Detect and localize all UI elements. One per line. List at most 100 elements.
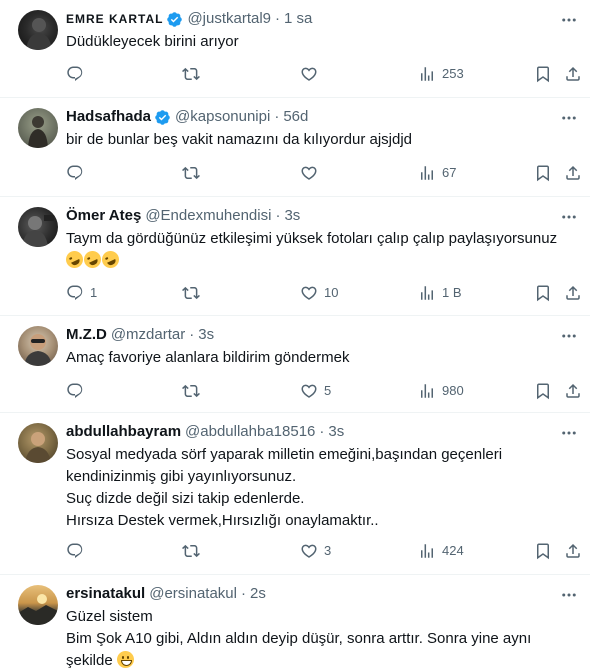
display-name[interactable]: ersinatakul	[66, 584, 145, 604]
share-button[interactable]	[564, 64, 582, 84]
display-name[interactable]: abdullahbayram	[66, 422, 181, 442]
share-button[interactable]	[564, 541, 582, 561]
views-button[interactable]: 980	[418, 381, 464, 401]
like-button[interactable]	[300, 163, 324, 183]
heart-icon	[301, 544, 317, 558]
display-name[interactable]: ΕΜRΕ ΚΑRΤΑL	[66, 9, 163, 29]
like-count: 3	[324, 543, 332, 558]
timestamp[interactable]: 2s	[250, 584, 266, 604]
avatar[interactable]	[18, 585, 58, 625]
like-button[interactable]: 10	[300, 283, 338, 303]
tweet-text: Taym da gördüğünüz etkileşimi yüksek fot…	[63, 228, 574, 272]
reply-icon	[67, 285, 83, 300]
more-options-icon[interactable]	[560, 586, 578, 604]
tweet-text: Amaç favoriye alanlara bildirim gönderme…	[66, 347, 574, 369]
tweet[interactable]: Ömer Ateş @Endexmuhendisi · 3s Taym da g…	[0, 197, 590, 316]
share-icon	[566, 285, 580, 300]
tweet[interactable]: abdullahbayram @abdullahba18516 · 3s Sos…	[0, 413, 590, 575]
tweet-text: Sosyal medyada sörf yaparak milletin eme…	[66, 444, 574, 532]
timestamp[interactable]: 1 sa	[284, 9, 312, 29]
timestamp[interactable]: 3s	[328, 422, 344, 442]
rolling-laughing-emoji-icon	[63, 248, 86, 271]
user-handle[interactable]: @abdullahba18516	[185, 422, 315, 442]
bookmark-button[interactable]	[534, 381, 552, 401]
more-options-icon[interactable]	[560, 424, 578, 442]
bookmark-icon	[537, 285, 549, 302]
retweet-icon	[182, 286, 200, 300]
views-chart-icon	[421, 384, 433, 398]
reply-button[interactable]: 1	[66, 283, 97, 303]
like-count: 5	[324, 383, 332, 398]
avatar[interactable]	[18, 108, 58, 148]
tweet[interactable]: ersinatakul @ersinatakul · 2s Güzel sist…	[0, 575, 590, 669]
tweet-text-line: Bim Şok A10 gibi, Aldın aldın deyip düşü…	[66, 630, 532, 647]
share-button[interactable]	[564, 283, 582, 303]
views-button[interactable]: 424	[418, 541, 464, 561]
timestamp[interactable]: 3s	[284, 206, 300, 226]
more-options-icon[interactable]	[560, 208, 578, 226]
more-options-icon[interactable]	[560, 109, 578, 127]
share-icon	[566, 383, 580, 398]
more-options-icon[interactable]	[560, 327, 578, 345]
like-button[interactable]	[300, 64, 324, 84]
views-button[interactable]: 67	[418, 163, 456, 183]
like-count: 10	[324, 285, 339, 300]
retweet-button[interactable]	[182, 283, 206, 303]
emoji-row	[63, 248, 574, 272]
like-button[interactable]: 5	[300, 381, 331, 401]
tweet-actions: 5 980	[66, 381, 580, 401]
reply-button[interactable]	[66, 381, 90, 401]
avatar[interactable]	[18, 326, 58, 366]
retweet-icon	[182, 166, 200, 180]
rolling-laughing-emoji-icon	[81, 248, 104, 271]
user-handle[interactable]: @Endexmuhendisi	[145, 206, 271, 226]
bookmark-button[interactable]	[534, 64, 552, 84]
bookmark-icon	[537, 383, 549, 400]
bookmark-button[interactable]	[534, 283, 552, 303]
reply-button[interactable]	[66, 541, 90, 561]
timestamp[interactable]: 56d	[283, 107, 308, 127]
views-chart-icon	[421, 544, 433, 558]
tweet-actions: 253	[66, 64, 580, 84]
views-chart-icon	[421, 286, 433, 300]
retweet-button[interactable]	[182, 541, 206, 561]
display-name[interactable]: Hadsafhada	[66, 107, 151, 127]
tweet[interactable]: M.Z.D @mzdartar · 3s Amaç favoriye alanl…	[0, 316, 590, 413]
tweet-actions: 67	[66, 163, 580, 183]
display-name[interactable]: M.Z.D	[66, 325, 107, 345]
bookmark-button[interactable]	[534, 541, 552, 561]
display-name[interactable]: Ömer Ateş	[66, 206, 141, 226]
share-button[interactable]	[564, 163, 582, 183]
bookmark-button[interactable]	[534, 163, 552, 183]
tweet-text-line: Güzel sistem	[66, 608, 153, 625]
retweet-button[interactable]	[182, 381, 206, 401]
retweet-icon	[182, 67, 200, 81]
avatar[interactable]	[18, 10, 58, 50]
tweet[interactable]: Hadsafhada @kapsonunipi · 56d bir de bun…	[0, 98, 590, 197]
user-handle[interactable]: @mzdartar	[111, 325, 185, 345]
more-options-icon[interactable]	[560, 11, 578, 29]
views-button[interactable]: 1 B	[418, 283, 462, 303]
separator-dot: ·	[274, 108, 280, 125]
reply-button[interactable]	[66, 163, 90, 183]
heart-icon	[301, 166, 317, 180]
timestamp[interactable]: 3s	[198, 325, 214, 345]
user-handle[interactable]: @ersinatakul	[149, 584, 237, 604]
share-button[interactable]	[564, 381, 582, 401]
user-handle[interactable]: @kapsonunipi	[175, 107, 270, 127]
avatar[interactable]	[18, 207, 58, 247]
tweet-text-line: Sosyal medyada sörf yaparak milletin eme…	[66, 446, 503, 463]
user-handle[interactable]: @justkartal9	[187, 9, 271, 29]
reply-button[interactable]	[66, 64, 90, 84]
grinning-emoji-icon	[116, 651, 134, 668]
view-count: 67	[442, 165, 457, 180]
like-button[interactable]: 3	[300, 541, 331, 561]
avatar[interactable]	[18, 423, 58, 463]
retweet-button[interactable]	[182, 163, 206, 183]
tweet[interactable]: ΕΜRΕ ΚΑRΤΑL @justkartal9 · 1 sa Düdükley…	[0, 0, 590, 98]
views-button[interactable]: 253	[418, 64, 464, 84]
retweet-button[interactable]	[182, 64, 206, 84]
tweet-text-line: şekilde	[66, 652, 113, 669]
view-count: 1 B	[442, 285, 462, 300]
tweet-feed: ΕΜRΕ ΚΑRΤΑL @justkartal9 · 1 sa Düdükley…	[0, 0, 590, 669]
